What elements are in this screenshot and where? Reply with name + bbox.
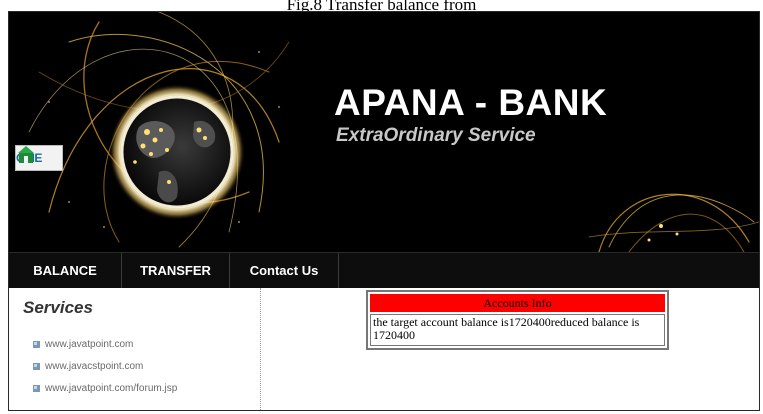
content-area: Services www.javatpoint.com www.javacstp… [9,288,759,410]
services-sidebar: Services www.javatpoint.com www.javacstp… [9,288,261,410]
link-bullet-icon [33,340,40,348]
browser-page: OME APANA - BANK ExtraOrdinary Service B… [8,11,760,411]
home-button[interactable]: OME [15,145,63,171]
link-bullet-icon [33,362,40,370]
service-link-javatpoint[interactable]: www.javatpoint.com [33,337,133,351]
nav-contact-us[interactable]: Contact Us [230,253,339,289]
link-bullet-icon [33,384,40,392]
accounts-info-message: the target account balance is1720400redu… [370,314,665,346]
service-link-label: www.javatpoint.com/forum.jsp [45,382,178,394]
home-icon [18,146,34,163]
service-link-label: www.javacstpoint.com [45,360,144,372]
accounts-info-table: Accounts Info the target account balance… [366,290,669,350]
nav-balance[interactable]: BALANCE [9,253,122,289]
accounts-info-heading: Accounts Info [370,294,665,312]
bank-title: APANA - BANK [334,82,608,123]
service-link-label: www.javatpoint.com [45,338,134,350]
bank-tagline: ExtraOrdinary Service [336,125,536,146]
service-link-javacstpoint[interactable]: www.javacstpoint.com [33,359,143,373]
header-banner: OME APANA - BANK ExtraOrdinary Service [9,12,759,252]
nav-transfer[interactable]: TRANSFER [122,253,230,289]
services-heading: Services [23,298,93,317]
main-navigation: BALANCE TRANSFER Contact Us [9,252,759,289]
service-link-forum[interactable]: www.javatpoint.com/forum.jsp [33,381,177,395]
